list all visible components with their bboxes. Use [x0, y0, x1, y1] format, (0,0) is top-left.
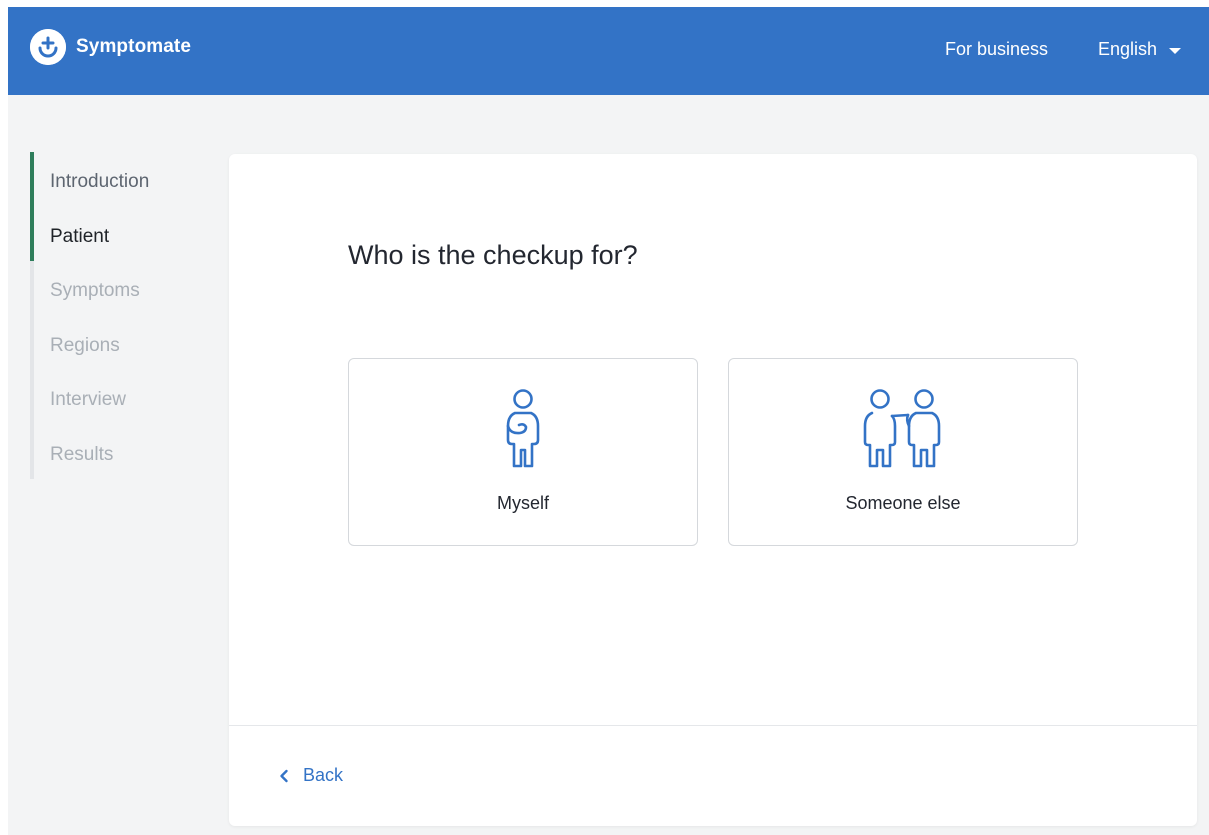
chevron-down-icon	[1169, 47, 1182, 54]
step-introduction[interactable]: Introduction	[50, 171, 149, 193]
question-card: Who is the checkup for? Myself Someone e…	[229, 154, 1197, 826]
two-people-icon	[729, 386, 1077, 470]
brand-logo[interactable]: Symptomate	[30, 29, 191, 65]
question-title: Who is the checkup for?	[348, 240, 638, 270]
back-label: Back	[303, 765, 344, 785]
card-divider	[229, 725, 1197, 726]
app-frame: Symptomate For business English Introduc…	[8, 7, 1209, 835]
option-myself-button[interactable]: Myself	[348, 358, 698, 546]
person-icon	[349, 386, 697, 470]
step-symptoms: Symptoms	[50, 280, 140, 301]
top-navigation-bar: Symptomate For business English	[8, 7, 1209, 95]
option-someone-else-label: Someone else	[845, 493, 961, 513]
option-myself-label: Myself	[496, 493, 549, 513]
step-results: Results	[50, 444, 114, 465]
back-button[interactable]: Back	[279, 765, 343, 786]
brand-name: Symptomate	[76, 36, 192, 57]
step-patient: Patient	[50, 226, 110, 247]
language-label: English	[1098, 39, 1158, 59]
symptomate-logo-icon	[30, 29, 66, 65]
for-business-link[interactable]: For business	[945, 39, 1048, 60]
step-regions: Regions	[50, 335, 120, 356]
option-someone-else-button[interactable]: Someone else	[728, 358, 1078, 546]
language-selector[interactable]: English	[1098, 39, 1182, 60]
step-interview: Interview	[50, 389, 127, 410]
chevron-left-icon	[279, 769, 289, 783]
steps-progress-bar	[30, 152, 34, 261]
